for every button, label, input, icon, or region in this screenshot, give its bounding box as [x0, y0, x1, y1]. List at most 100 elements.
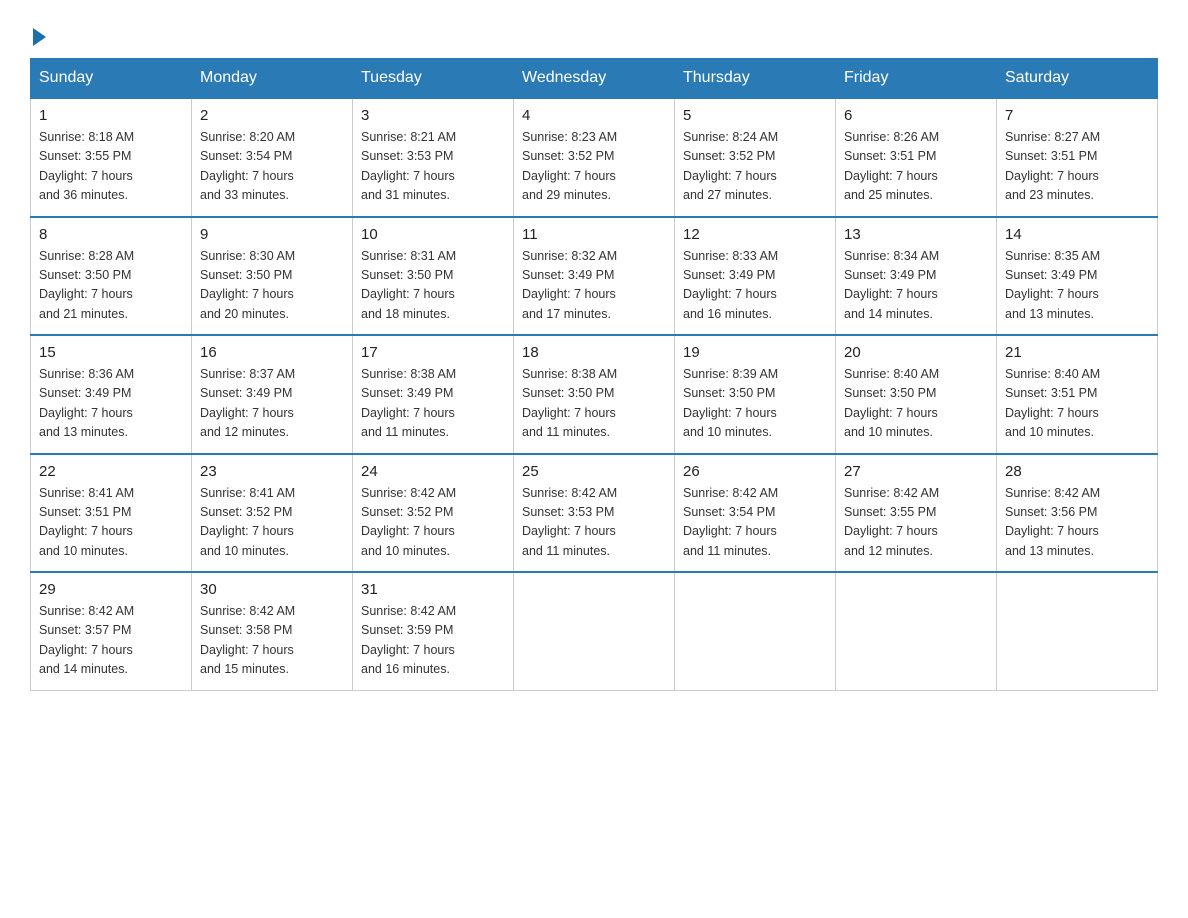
calendar-empty-cell — [514, 572, 675, 690]
day-info: Sunrise: 8:18 AMSunset: 3:55 PMDaylight:… — [39, 128, 183, 206]
day-number: 31 — [361, 581, 505, 598]
day-info: Sunrise: 8:41 AMSunset: 3:52 PMDaylight:… — [200, 484, 344, 562]
calendar-empty-cell — [997, 572, 1158, 690]
calendar-day-cell: 29 Sunrise: 8:42 AMSunset: 3:57 PMDaylig… — [31, 572, 192, 690]
day-number: 7 — [1005, 107, 1149, 124]
calendar-week-row: 1 Sunrise: 8:18 AMSunset: 3:55 PMDayligh… — [31, 98, 1158, 217]
calendar-day-cell: 28 Sunrise: 8:42 AMSunset: 3:56 PMDaylig… — [997, 454, 1158, 573]
calendar-day-cell: 10 Sunrise: 8:31 AMSunset: 3:50 PMDaylig… — [353, 217, 514, 336]
calendar-day-cell: 15 Sunrise: 8:36 AMSunset: 3:49 PMDaylig… — [31, 335, 192, 454]
day-number: 2 — [200, 107, 344, 124]
day-number: 30 — [200, 581, 344, 598]
day-number: 17 — [361, 344, 505, 361]
calendar-day-cell: 19 Sunrise: 8:39 AMSunset: 3:50 PMDaylig… — [675, 335, 836, 454]
calendar-day-cell: 3 Sunrise: 8:21 AMSunset: 3:53 PMDayligh… — [353, 98, 514, 217]
day-number: 25 — [522, 463, 666, 480]
calendar-header-saturday: Saturday — [997, 59, 1158, 99]
day-info: Sunrise: 8:30 AMSunset: 3:50 PMDaylight:… — [200, 247, 344, 325]
calendar-day-cell: 26 Sunrise: 8:42 AMSunset: 3:54 PMDaylig… — [675, 454, 836, 573]
calendar-header-tuesday: Tuesday — [353, 59, 514, 99]
calendar-week-row: 22 Sunrise: 8:41 AMSunset: 3:51 PMDaylig… — [31, 454, 1158, 573]
day-number: 21 — [1005, 344, 1149, 361]
calendar-day-cell: 4 Sunrise: 8:23 AMSunset: 3:52 PMDayligh… — [514, 98, 675, 217]
calendar-day-cell: 9 Sunrise: 8:30 AMSunset: 3:50 PMDayligh… — [192, 217, 353, 336]
day-info: Sunrise: 8:42 AMSunset: 3:56 PMDaylight:… — [1005, 484, 1149, 562]
day-info: Sunrise: 8:42 AMSunset: 3:55 PMDaylight:… — [844, 484, 988, 562]
calendar-day-cell: 11 Sunrise: 8:32 AMSunset: 3:49 PMDaylig… — [514, 217, 675, 336]
day-info: Sunrise: 8:33 AMSunset: 3:49 PMDaylight:… — [683, 247, 827, 325]
logo-arrow-icon — [33, 28, 46, 46]
day-number: 18 — [522, 344, 666, 361]
day-number: 19 — [683, 344, 827, 361]
day-info: Sunrise: 8:32 AMSunset: 3:49 PMDaylight:… — [522, 247, 666, 325]
day-number: 16 — [200, 344, 344, 361]
calendar-day-cell: 24 Sunrise: 8:42 AMSunset: 3:52 PMDaylig… — [353, 454, 514, 573]
day-number: 11 — [522, 226, 666, 243]
calendar-day-cell: 18 Sunrise: 8:38 AMSunset: 3:50 PMDaylig… — [514, 335, 675, 454]
calendar-day-cell: 21 Sunrise: 8:40 AMSunset: 3:51 PMDaylig… — [997, 335, 1158, 454]
day-number: 13 — [844, 226, 988, 243]
calendar-empty-cell — [836, 572, 997, 690]
day-info: Sunrise: 8:36 AMSunset: 3:49 PMDaylight:… — [39, 365, 183, 443]
calendar-header-friday: Friday — [836, 59, 997, 99]
day-number: 6 — [844, 107, 988, 124]
calendar-day-cell: 16 Sunrise: 8:37 AMSunset: 3:49 PMDaylig… — [192, 335, 353, 454]
calendar-week-row: 29 Sunrise: 8:42 AMSunset: 3:57 PMDaylig… — [31, 572, 1158, 690]
calendar-week-row: 8 Sunrise: 8:28 AMSunset: 3:50 PMDayligh… — [31, 217, 1158, 336]
calendar-header-thursday: Thursday — [675, 59, 836, 99]
day-info: Sunrise: 8:38 AMSunset: 3:50 PMDaylight:… — [522, 365, 666, 443]
day-number: 23 — [200, 463, 344, 480]
calendar-day-cell: 23 Sunrise: 8:41 AMSunset: 3:52 PMDaylig… — [192, 454, 353, 573]
calendar-table: SundayMondayTuesdayWednesdayThursdayFrid… — [30, 58, 1158, 691]
page-header — [30, 20, 1158, 48]
day-info: Sunrise: 8:42 AMSunset: 3:52 PMDaylight:… — [361, 484, 505, 562]
day-number: 3 — [361, 107, 505, 124]
day-number: 28 — [1005, 463, 1149, 480]
calendar-day-cell: 27 Sunrise: 8:42 AMSunset: 3:55 PMDaylig… — [836, 454, 997, 573]
calendar-day-cell: 8 Sunrise: 8:28 AMSunset: 3:50 PMDayligh… — [31, 217, 192, 336]
day-number: 1 — [39, 107, 183, 124]
day-number: 9 — [200, 226, 344, 243]
calendar-day-cell: 2 Sunrise: 8:20 AMSunset: 3:54 PMDayligh… — [192, 98, 353, 217]
day-info: Sunrise: 8:42 AMSunset: 3:53 PMDaylight:… — [522, 484, 666, 562]
calendar-day-cell: 6 Sunrise: 8:26 AMSunset: 3:51 PMDayligh… — [836, 98, 997, 217]
day-info: Sunrise: 8:20 AMSunset: 3:54 PMDaylight:… — [200, 128, 344, 206]
day-number: 5 — [683, 107, 827, 124]
day-info: Sunrise: 8:39 AMSunset: 3:50 PMDaylight:… — [683, 365, 827, 443]
calendar-day-cell: 13 Sunrise: 8:34 AMSunset: 3:49 PMDaylig… — [836, 217, 997, 336]
calendar-week-row: 15 Sunrise: 8:36 AMSunset: 3:49 PMDaylig… — [31, 335, 1158, 454]
day-info: Sunrise: 8:42 AMSunset: 3:54 PMDaylight:… — [683, 484, 827, 562]
day-info: Sunrise: 8:38 AMSunset: 3:49 PMDaylight:… — [361, 365, 505, 443]
calendar-day-cell: 1 Sunrise: 8:18 AMSunset: 3:55 PMDayligh… — [31, 98, 192, 217]
day-number: 10 — [361, 226, 505, 243]
day-info: Sunrise: 8:42 AMSunset: 3:57 PMDaylight:… — [39, 602, 183, 680]
day-info: Sunrise: 8:27 AMSunset: 3:51 PMDaylight:… — [1005, 128, 1149, 206]
day-number: 27 — [844, 463, 988, 480]
calendar-day-cell: 30 Sunrise: 8:42 AMSunset: 3:58 PMDaylig… — [192, 572, 353, 690]
calendar-day-cell: 12 Sunrise: 8:33 AMSunset: 3:49 PMDaylig… — [675, 217, 836, 336]
calendar-day-cell: 25 Sunrise: 8:42 AMSunset: 3:53 PMDaylig… — [514, 454, 675, 573]
day-number: 26 — [683, 463, 827, 480]
day-info: Sunrise: 8:26 AMSunset: 3:51 PMDaylight:… — [844, 128, 988, 206]
day-number: 14 — [1005, 226, 1149, 243]
day-number: 4 — [522, 107, 666, 124]
day-number: 8 — [39, 226, 183, 243]
calendar-day-cell: 17 Sunrise: 8:38 AMSunset: 3:49 PMDaylig… — [353, 335, 514, 454]
day-info: Sunrise: 8:40 AMSunset: 3:50 PMDaylight:… — [844, 365, 988, 443]
day-info: Sunrise: 8:34 AMSunset: 3:49 PMDaylight:… — [844, 247, 988, 325]
calendar-day-cell: 22 Sunrise: 8:41 AMSunset: 3:51 PMDaylig… — [31, 454, 192, 573]
calendar-day-cell: 31 Sunrise: 8:42 AMSunset: 3:59 PMDaylig… — [353, 572, 514, 690]
day-info: Sunrise: 8:35 AMSunset: 3:49 PMDaylight:… — [1005, 247, 1149, 325]
day-info: Sunrise: 8:42 AMSunset: 3:59 PMDaylight:… — [361, 602, 505, 680]
day-info: Sunrise: 8:42 AMSunset: 3:58 PMDaylight:… — [200, 602, 344, 680]
day-number: 20 — [844, 344, 988, 361]
calendar-day-cell: 7 Sunrise: 8:27 AMSunset: 3:51 PMDayligh… — [997, 98, 1158, 217]
logo — [30, 28, 46, 48]
day-number: 15 — [39, 344, 183, 361]
calendar-day-cell: 14 Sunrise: 8:35 AMSunset: 3:49 PMDaylig… — [997, 217, 1158, 336]
calendar-header-sunday: Sunday — [31, 59, 192, 99]
day-number: 24 — [361, 463, 505, 480]
day-info: Sunrise: 8:28 AMSunset: 3:50 PMDaylight:… — [39, 247, 183, 325]
day-number: 29 — [39, 581, 183, 598]
day-info: Sunrise: 8:24 AMSunset: 3:52 PMDaylight:… — [683, 128, 827, 206]
